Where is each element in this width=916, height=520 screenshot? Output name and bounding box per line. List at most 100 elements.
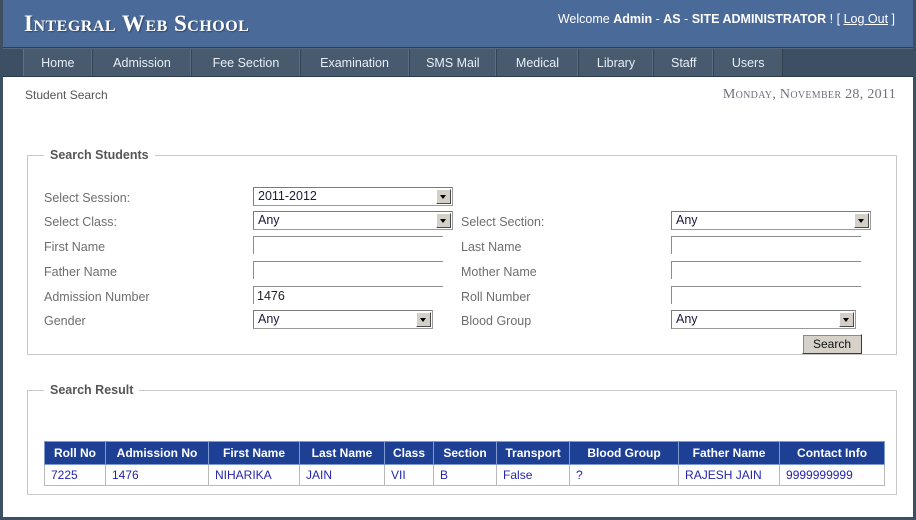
nav-item-label: Home	[41, 55, 75, 70]
cell-admission-no: 1476	[105, 464, 209, 486]
nav-item-label: Examination	[320, 55, 389, 70]
chevron-down-icon[interactable]	[436, 213, 451, 228]
chevron-down-icon[interactable]	[436, 189, 451, 204]
result-table-wrapper: Roll No Admission No First Name Last Nam…	[44, 441, 886, 486]
chevron-down-icon[interactable]	[416, 312, 431, 327]
welcome-username: Admin	[613, 12, 653, 26]
search-students-panel: Search Students Select Session: 2011-201…	[27, 148, 897, 355]
column-header-transport[interactable]: Transport	[496, 441, 571, 465]
welcome-message: Welcome Admin - AS - SITE ADMINISTRATOR …	[558, 12, 895, 26]
blood-group-selected-value: Any	[676, 312, 698, 326]
column-header-last-name[interactable]: Last Name	[299, 441, 385, 465]
welcome-exclaim: ! [	[826, 12, 844, 26]
nav-item-sms-mail[interactable]: SMS Mail	[410, 49, 498, 76]
section-select[interactable]: Any	[671, 211, 871, 230]
welcome-user-code: AS	[663, 12, 681, 26]
welcome-prefix: Welcome	[557, 12, 614, 26]
search-form-grid: Select Session: 2011-2012 Select Class: …	[28, 162, 896, 354]
cell-blood-group: ?	[569, 464, 680, 486]
last-name-label: Last Name	[461, 239, 522, 254]
nav-item-home[interactable]: Home	[24, 49, 93, 76]
nav-item-label: Fee Section	[212, 55, 280, 70]
search-result-panel: Search Result Roll No Admission No First…	[27, 383, 897, 495]
field-row-father-name: Father Name	[44, 259, 117, 284]
column-header-father-name[interactable]: Father Name	[678, 441, 781, 465]
blood-group-select[interactable]: Any	[671, 310, 856, 329]
nav-item-label: Library	[596, 55, 636, 70]
last-name-input[interactable]	[671, 236, 861, 254]
welcome-separator-1: -	[652, 12, 664, 26]
table-header-row: Roll No Admission No First Name Last Nam…	[44, 441, 886, 465]
field-row-last-name: Last Name	[461, 234, 521, 259]
cell-last-name: JAIN	[299, 464, 385, 486]
class-selected-value: Any	[258, 213, 280, 227]
cell-transport: False	[496, 464, 571, 486]
cell-contact-info: 9999999999	[779, 464, 886, 486]
logout-link[interactable]: Log Out	[844, 12, 888, 26]
father-name-label: Father Name	[44, 264, 117, 279]
column-header-contact-info[interactable]: Contact Info	[779, 441, 886, 465]
gender-selected-value: Any	[258, 312, 280, 326]
column-header-first-name[interactable]: First Name	[208, 441, 300, 465]
admission-number-label: Admission Number	[44, 289, 150, 304]
section-selected-value: Any	[676, 213, 698, 227]
nav-item-medical[interactable]: Medical	[497, 49, 579, 76]
search-students-legend: Search Students	[50, 148, 149, 162]
admission-number-input[interactable]	[253, 286, 443, 304]
mother-name-input[interactable]	[671, 261, 861, 279]
nav-item-users[interactable]: Users	[714, 49, 782, 76]
nav-item-staff[interactable]: Staff	[654, 49, 715, 76]
chevron-down-icon[interactable]	[854, 213, 869, 228]
session-label: Select Session:	[44, 190, 131, 205]
nav-item-label: Users	[731, 55, 765, 70]
search-result-table: Roll No Admission No First Name Last Nam…	[44, 441, 886, 486]
class-select[interactable]: Any	[253, 211, 453, 230]
nav-item-fee-section[interactable]: Fee Section	[192, 49, 301, 76]
session-selected-value: 2011-2012	[258, 189, 317, 203]
session-select[interactable]: 2011-2012	[253, 187, 453, 206]
field-row-section: Select Section:	[461, 209, 544, 234]
first-name-label: First Name	[44, 239, 106, 254]
first-name-input[interactable]	[253, 236, 443, 254]
field-row-session: Select Session:	[44, 185, 130, 210]
cell-section: B	[433, 464, 498, 486]
breadcrumb: Student Search	[25, 88, 108, 102]
nav-item-admission[interactable]: Admission	[93, 49, 193, 76]
nav-item-label: Staff	[670, 55, 697, 70]
column-header-roll-no[interactable]: Roll No	[44, 441, 106, 465]
chevron-down-icon[interactable]	[839, 312, 854, 327]
main-navigation: Home Admission Fee Section Examination S…	[3, 48, 913, 77]
current-date: Monday, November 28, 2011	[722, 87, 896, 102]
gender-select[interactable]: Any	[253, 310, 433, 329]
cell-father-name: RAJESH JAIN	[678, 464, 781, 486]
column-header-blood-group[interactable]: Blood Group	[569, 441, 680, 465]
welcome-role: SITE ADMINISTRATOR	[691, 12, 827, 26]
gender-label: Gender	[44, 313, 86, 328]
father-name-input[interactable]	[253, 261, 443, 279]
field-row-mother-name: Mother Name	[461, 259, 537, 284]
welcome-bracket-close: ]	[888, 12, 895, 26]
blood-group-label: Blood Group	[461, 313, 532, 328]
column-header-class[interactable]: Class	[383, 441, 435, 465]
roll-number-input[interactable]	[671, 286, 861, 304]
nav-item-library[interactable]: Library	[579, 49, 655, 76]
sub-header: Student Search Monday, November 28, 2011	[3, 77, 913, 117]
table-row[interactable]: 7225 1476 NIHARIKA JAIN VII B False ? RA…	[44, 464, 886, 486]
nav-item-list: Home Admission Fee Section Examination S…	[23, 49, 783, 76]
nav-item-label: Admission	[113, 55, 171, 70]
nav-item-label: SMS Mail	[426, 55, 480, 70]
page-frame: Integral Web School Welcome Admin - AS -…	[0, 0, 916, 520]
roll-number-label: Roll Number	[461, 289, 531, 304]
cell-roll-no: 7225	[44, 464, 106, 486]
cell-first-name: NIHARIKA	[208, 464, 300, 486]
nav-item-examination[interactable]: Examination	[301, 49, 410, 76]
section-label: Select Section:	[461, 214, 545, 229]
class-label: Select Class:	[44, 214, 117, 229]
search-button[interactable]: Search	[802, 334, 862, 354]
column-header-admission-no[interactable]: Admission No	[105, 441, 209, 465]
column-header-section[interactable]: Section	[433, 441, 498, 465]
site-logo-title: Integral Web School	[24, 11, 250, 36]
nav-item-label: Medical	[515, 55, 559, 70]
field-row-gender: Gender	[44, 308, 86, 333]
field-row-first-name: First Name	[44, 234, 105, 259]
